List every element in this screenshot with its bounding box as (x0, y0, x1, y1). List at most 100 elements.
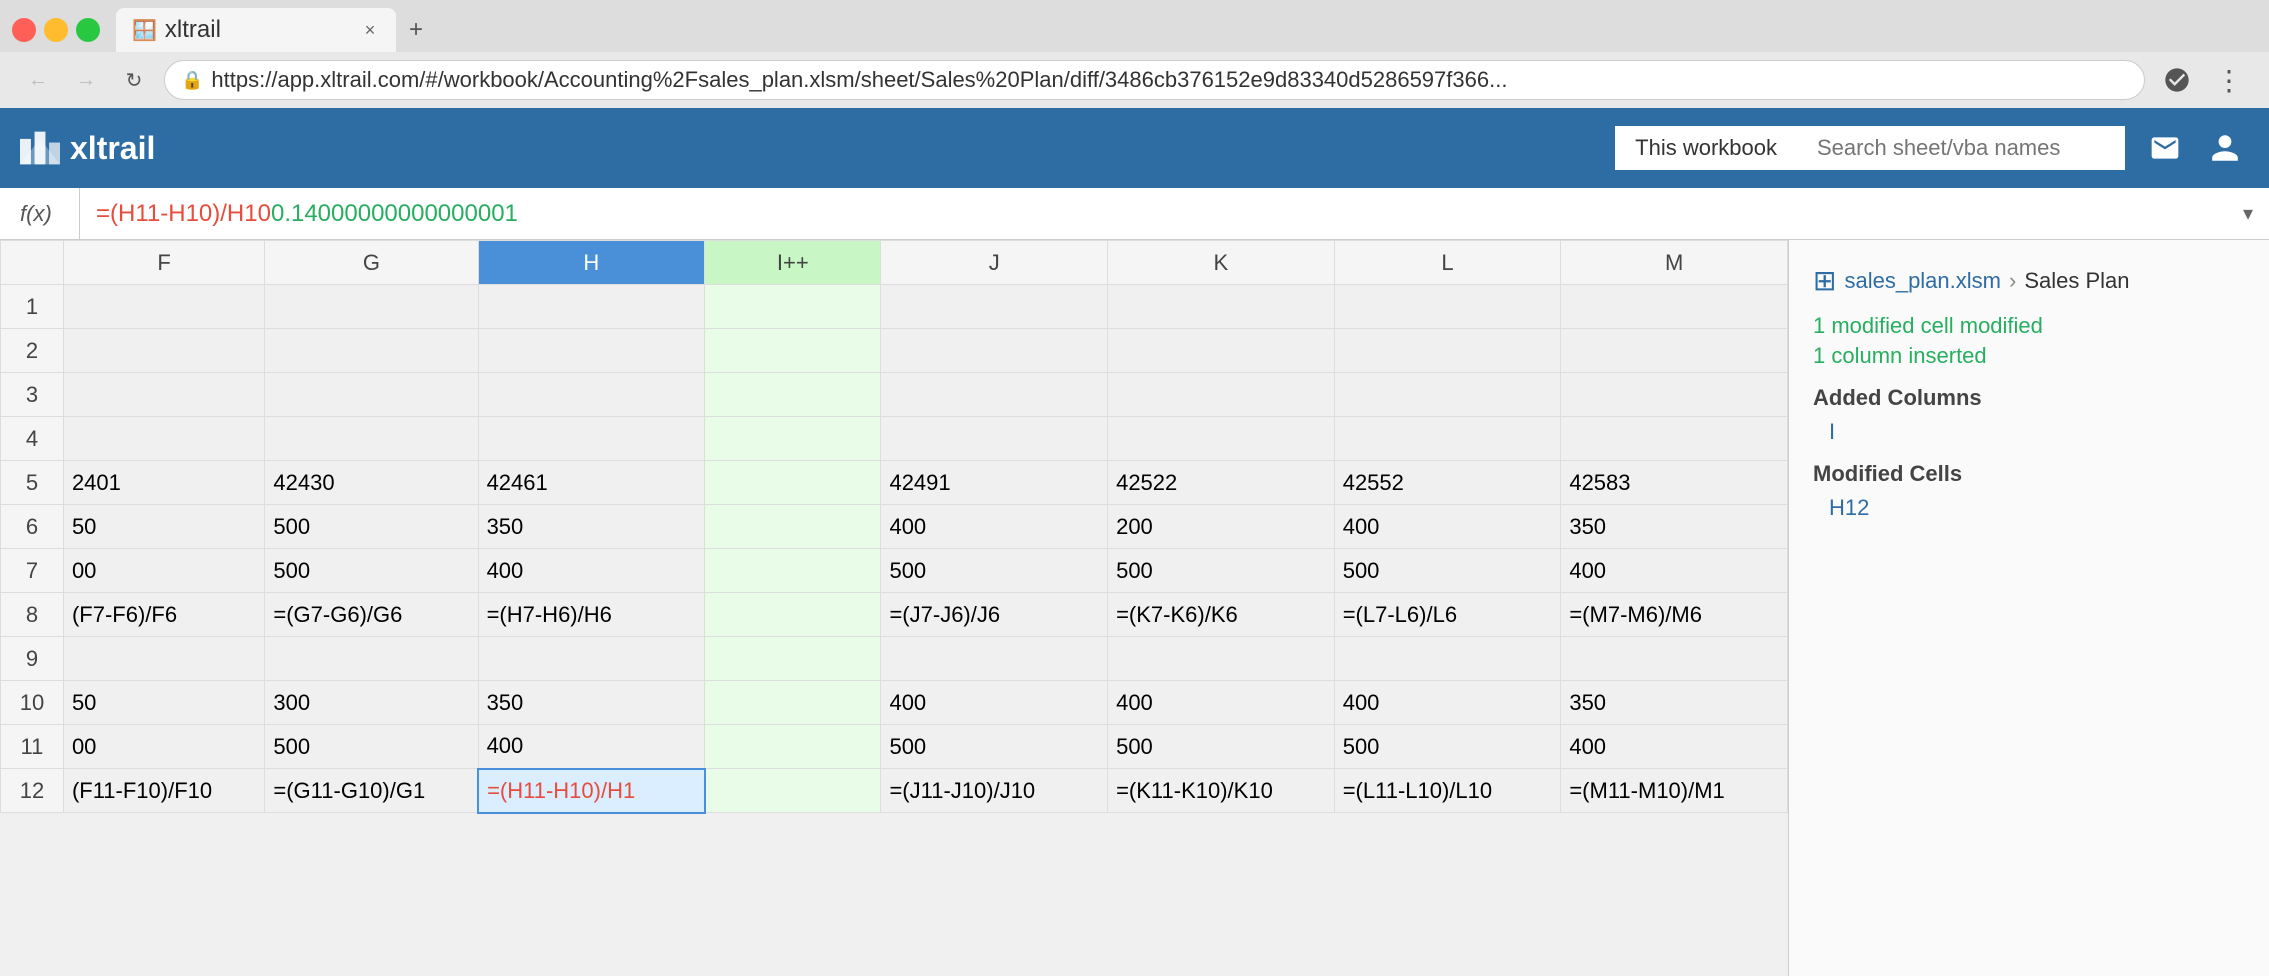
traffic-light-yellow[interactable] (44, 18, 68, 42)
cell-G1[interactable] (265, 285, 478, 329)
back-button[interactable]: ← (20, 62, 56, 98)
col-header-G[interactable]: G (265, 241, 478, 285)
cell-M1[interactable] (1561, 285, 1788, 329)
cell-M2[interactable] (1561, 329, 1788, 373)
cell-L6[interactable]: 400 (1334, 505, 1561, 549)
cell-J11[interactable]: 500 (881, 725, 1108, 769)
cell-H4[interactable] (478, 417, 705, 461)
cell-I10[interactable] (705, 681, 881, 725)
cell-L7[interactable]: 500 (1334, 549, 1561, 593)
cell-J3[interactable] (881, 373, 1108, 417)
spreadsheet-area[interactable]: F G H I++ J K L M 1 (0, 240, 1789, 976)
cell-I1[interactable] (705, 285, 881, 329)
cell-H2[interactable] (478, 329, 705, 373)
cell-G8[interactable]: =(G7-G6)/G6 (265, 593, 478, 637)
cell-H3[interactable] (478, 373, 705, 417)
forward-button[interactable]: → (68, 62, 104, 98)
col-header-K[interactable]: K (1108, 241, 1335, 285)
cell-I9[interactable] (705, 637, 881, 681)
cell-M7[interactable]: 400 (1561, 549, 1788, 593)
cell-F6[interactable]: 50 (63, 505, 264, 549)
cell-F9[interactable] (63, 637, 264, 681)
cell-L2[interactable] (1334, 329, 1561, 373)
reload-button[interactable]: ↻ (116, 62, 152, 98)
cell-H11[interactable]: 400 (478, 725, 705, 769)
cell-I12[interactable] (705, 769, 881, 813)
cell-F10[interactable]: 50 (63, 681, 264, 725)
address-bar[interactable]: 🔒 https://app.xltrail.com/#/workbook/Acc… (164, 60, 2145, 100)
cell-I11[interactable] (705, 725, 881, 769)
cell-K12[interactable]: =(K11-K10)/K10 (1108, 769, 1335, 813)
modified-cell-link[interactable]: H12 (1829, 495, 2245, 521)
cell-J1[interactable] (881, 285, 1108, 329)
cell-G12[interactable]: =(G11-G10)/G1 (265, 769, 478, 813)
cell-K5[interactable]: 42522 (1108, 461, 1335, 505)
cell-H10[interactable]: 350 (478, 681, 705, 725)
tab-close-button[interactable]: × (360, 20, 380, 40)
cell-H6[interactable]: 350 (478, 505, 705, 549)
cell-K6[interactable]: 200 (1108, 505, 1335, 549)
cell-K10[interactable]: 400 (1108, 681, 1335, 725)
search-workbook-button[interactable]: This workbook (1615, 126, 1797, 170)
cell-F1[interactable] (63, 285, 264, 329)
cell-M8[interactable]: =(M7-M6)/M6 (1561, 593, 1788, 637)
cell-J4[interactable] (881, 417, 1108, 461)
cell-F2[interactable] (63, 329, 264, 373)
cell-F12[interactable]: (F11-F10)/F10 (63, 769, 264, 813)
col-header-L[interactable]: L (1334, 241, 1561, 285)
cell-G5[interactable]: 42430 (265, 461, 478, 505)
cell-I7[interactable] (705, 549, 881, 593)
cell-F5[interactable]: 2401 (63, 461, 264, 505)
cell-G3[interactable] (265, 373, 478, 417)
col-header-M[interactable]: M (1561, 241, 1788, 285)
cell-L3[interactable] (1334, 373, 1561, 417)
new-tab-button[interactable]: + (400, 14, 432, 46)
cell-I8[interactable] (705, 593, 881, 637)
col-header-H[interactable]: H (478, 241, 705, 285)
cell-M12[interactable]: =(M11-M10)/M1 (1561, 769, 1788, 813)
cell-L12[interactable]: =(L11-L10)/L10 (1334, 769, 1561, 813)
active-tab[interactable]: 🪟 xltrail × (116, 8, 396, 52)
cell-J6[interactable]: 400 (881, 505, 1108, 549)
cell-G4[interactable] (265, 417, 478, 461)
cell-I3[interactable] (705, 373, 881, 417)
cell-L11[interactable]: 500 (1334, 725, 1561, 769)
cell-F8[interactable]: (F7-F6)/F6 (63, 593, 264, 637)
cell-K8[interactable]: =(K7-K6)/K6 (1108, 593, 1335, 637)
cell-L10[interactable]: 400 (1334, 681, 1561, 725)
cell-F4[interactable] (63, 417, 264, 461)
cell-I5[interactable] (705, 461, 881, 505)
cell-G2[interactable] (265, 329, 478, 373)
cell-J7[interactable]: 500 (881, 549, 1108, 593)
cell-H1[interactable] (478, 285, 705, 329)
col-header-J[interactable]: J (881, 241, 1108, 285)
cell-H5[interactable]: 42461 (478, 461, 705, 505)
cell-K7[interactable]: 500 (1108, 549, 1335, 593)
cell-J2[interactable] (881, 329, 1108, 373)
cell-K3[interactable] (1108, 373, 1335, 417)
traffic-light-green[interactable] (76, 18, 100, 42)
cell-H12[interactable]: =(H11-H10)/H1 (478, 769, 705, 813)
cell-M11[interactable]: 400 (1561, 725, 1788, 769)
cell-K9[interactable] (1108, 637, 1335, 681)
cell-I4[interactable] (705, 417, 881, 461)
cell-J9[interactable] (881, 637, 1108, 681)
cell-M6[interactable]: 350 (1561, 505, 1788, 549)
cell-K11[interactable]: 500 (1108, 725, 1335, 769)
cell-I2[interactable] (705, 329, 881, 373)
cell-M10[interactable]: 350 (1561, 681, 1788, 725)
cell-H8[interactable]: =(H7-H6)/H6 (478, 593, 705, 637)
cell-M3[interactable] (1561, 373, 1788, 417)
cell-L8[interactable]: =(L7-L6)/L6 (1334, 593, 1561, 637)
cell-H9[interactable] (478, 637, 705, 681)
col-header-F[interactable]: F (63, 241, 264, 285)
profile-button[interactable] (2157, 60, 2197, 100)
cell-L5[interactable]: 42552 (1334, 461, 1561, 505)
cell-K4[interactable] (1108, 417, 1335, 461)
cell-G10[interactable]: 300 (265, 681, 478, 725)
cell-L9[interactable] (1334, 637, 1561, 681)
cell-L4[interactable] (1334, 417, 1561, 461)
cell-J5[interactable]: 42491 (881, 461, 1108, 505)
cell-M9[interactable] (1561, 637, 1788, 681)
inbox-button[interactable] (2141, 124, 2189, 172)
